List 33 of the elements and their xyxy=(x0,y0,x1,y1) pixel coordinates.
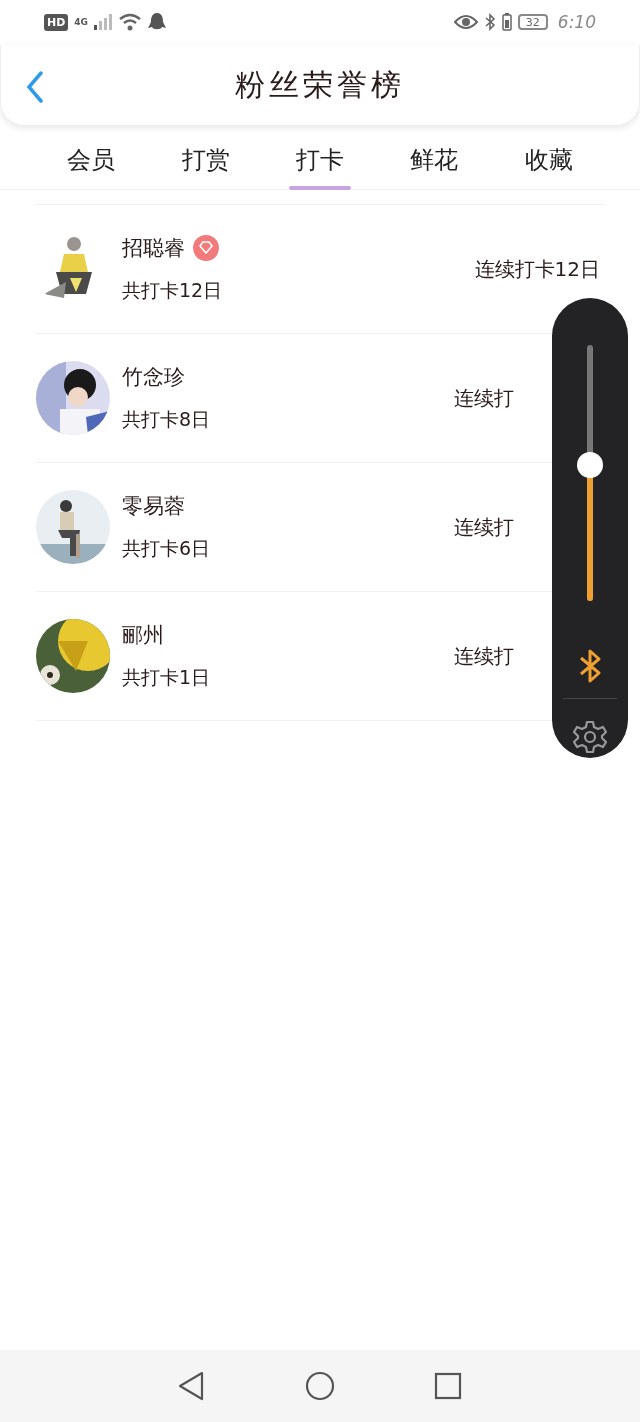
streak-label: 连续打卡12日 xyxy=(474,255,600,283)
total-checkins: 共打卡12日 xyxy=(122,278,223,303)
total-checkins: 共打卡6日 xyxy=(122,536,211,561)
tab[interactable]: 会员 xyxy=(56,140,127,190)
tab[interactable]: 鲜花 xyxy=(399,140,470,190)
bluetooth-icon xyxy=(483,13,496,31)
network-type: 4G xyxy=(74,17,88,27)
total-checkins: 共打卡8日 xyxy=(122,407,211,432)
signal-icon xyxy=(94,14,112,30)
tab[interactable]: 打卡 xyxy=(284,140,355,190)
penguin-icon xyxy=(148,12,166,32)
user-name: 竹念珍 xyxy=(122,364,185,391)
streak-label: 连续打 xyxy=(454,384,514,412)
user-name: 郦州 xyxy=(122,622,164,649)
battery-icon xyxy=(501,13,512,31)
battery-level: 32 xyxy=(517,14,548,30)
clock: 6:10 xyxy=(557,12,596,32)
tab[interactable]: 打赏 xyxy=(170,140,241,190)
bluetooth-icon[interactable] xyxy=(578,648,602,684)
total-checkins: 共打卡1日 xyxy=(122,665,211,690)
streak-label: 连续打 xyxy=(454,642,514,670)
user-name: 零易蓉 xyxy=(122,493,185,520)
eye-icon xyxy=(453,14,478,30)
user-name: 招聪睿 xyxy=(122,235,185,262)
home-nav-button[interactable] xyxy=(304,1370,336,1402)
hd-icon: HD xyxy=(44,13,69,31)
slider-thumb[interactable] xyxy=(577,452,603,479)
wifi-icon xyxy=(118,13,142,31)
recents-nav-button[interactable] xyxy=(432,1370,464,1402)
settings-icon[interactable] xyxy=(572,719,608,755)
streak-label: 连续打 xyxy=(454,513,514,541)
tab[interactable]: 收藏 xyxy=(513,140,584,190)
page-title: 粉丝荣誉榜 xyxy=(235,65,405,104)
